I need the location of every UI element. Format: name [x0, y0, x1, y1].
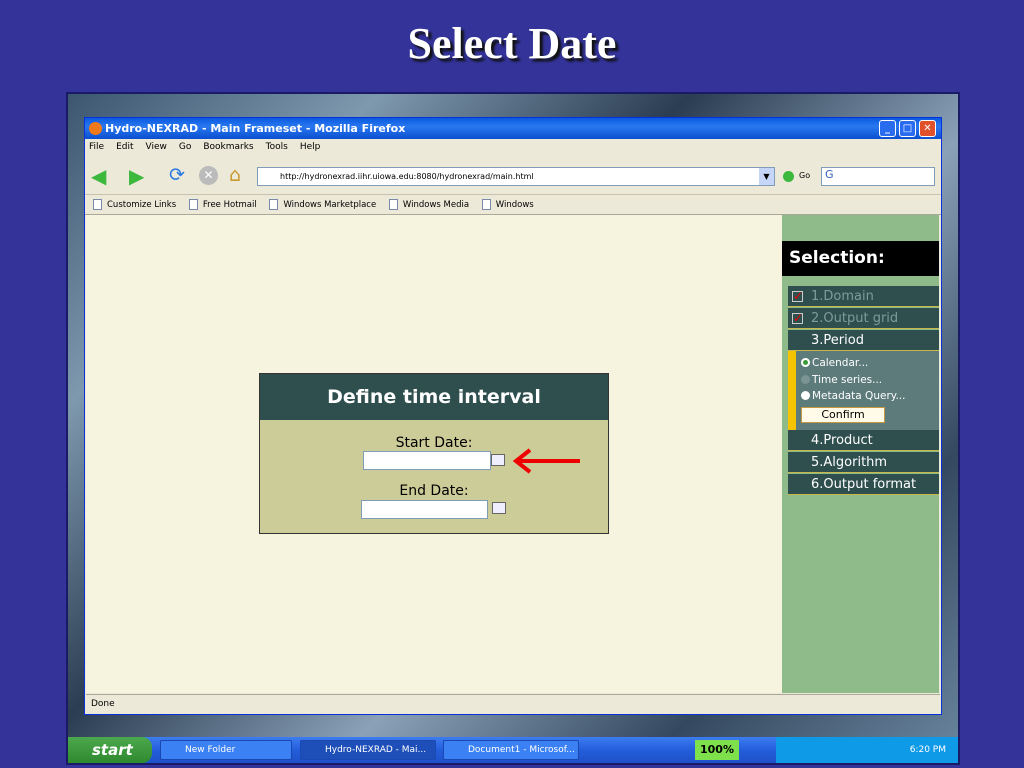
minimize-button[interactable]: _: [879, 120, 896, 137]
close-button[interactable]: ✕: [919, 120, 936, 137]
step-output-grid[interactable]: ✓ 2.Output grid: [788, 308, 939, 329]
menu-view[interactable]: View: [146, 142, 167, 152]
system-tray: 6:20 PM: [776, 737, 958, 763]
end-date-input[interactable]: [361, 500, 488, 519]
option-metadata-query[interactable]: Metadata Query...: [801, 388, 939, 405]
bookmark-windows-media[interactable]: Windows Media: [388, 199, 469, 210]
url-text: http://hydronexrad.iihr.uiowa.edu:8080/h…: [280, 172, 534, 181]
menu-help[interactable]: Help: [300, 142, 321, 152]
calendar-icon[interactable]: [491, 454, 505, 466]
end-date-label: End Date:: [399, 483, 469, 499]
bookmark-windows-marketplace[interactable]: Windows Marketplace: [269, 199, 376, 210]
option-time-series[interactable]: Time series...: [801, 372, 939, 389]
red-arrow-annotation: [512, 448, 580, 474]
step-algorithm[interactable]: 5.Algorithm: [788, 452, 939, 473]
start-button[interactable]: start: [68, 737, 152, 763]
period-options: Calendar... Time series... Metadata Quer…: [788, 351, 939, 430]
selection-header: Selection:: [782, 241, 939, 276]
bookmark-free-hotmail[interactable]: Free Hotmail: [188, 199, 257, 210]
step-period[interactable]: 3.Period: [788, 330, 939, 351]
menu-file[interactable]: File: [89, 142, 104, 152]
url-input[interactable]: http://hydronexrad.iihr.uiowa.edu:8080/h…: [257, 167, 775, 186]
back-icon[interactable]: ◀: [91, 166, 106, 186]
bookmark-customize-links[interactable]: Customize Links: [93, 199, 176, 210]
clock: 6:20 PM: [909, 745, 946, 755]
checked-icon: ✓: [792, 289, 804, 303]
taskbar-document[interactable]: Document1 - Microsof...: [443, 740, 579, 760]
slide-title: Select Date: [407, 19, 617, 68]
calendar-icon[interactable]: [492, 502, 506, 514]
bookmarks-toolbar: Customize Links Free Hotmail Windows Mar…: [85, 194, 941, 215]
option-calendar[interactable]: Calendar...: [801, 355, 939, 372]
menu-tools[interactable]: Tools: [266, 142, 288, 152]
menu-bar: File Edit View Go Bookmarks Tools Help: [89, 142, 332, 152]
dialog-title: Define time interval: [260, 374, 608, 420]
taskbar-firefox[interactable]: Hydro-NEXRAD - Mai...: [300, 740, 436, 760]
go-icon[interactable]: [783, 171, 794, 182]
window-title: Hydro-NEXRAD - Main Frameset - Mozilla F…: [105, 122, 406, 135]
menu-bookmarks[interactable]: Bookmarks: [203, 142, 253, 152]
search-input[interactable]: G: [821, 167, 935, 186]
stop-icon[interactable]: ✕: [199, 166, 218, 185]
zoom-indicator: 100%: [695, 740, 739, 760]
forward-icon[interactable]: ▶: [129, 166, 144, 186]
selection-panel: Selection: ✓ 1.Domain ✓ 2.Output grid 3.Pe…: [782, 215, 939, 693]
status-bar: Done: [86, 694, 940, 713]
menu-edit[interactable]: Edit: [116, 142, 133, 152]
step-domain[interactable]: ✓ 1.Domain: [788, 286, 939, 307]
title-bar: Hydro-NEXRAD - Main Frameset - Mozilla F…: [85, 118, 941, 139]
go-button[interactable]: Go: [799, 171, 810, 180]
taskbar: start New Folder Hydro-NEXRAD - Mai... D…: [68, 737, 958, 763]
step-output-format[interactable]: 6.Output format: [788, 474, 939, 495]
navigation-toolbar: ◀ ▶ ⟳ ✕ ⌂ http://hydronexrad.iihr.uiowa.…: [85, 162, 941, 192]
reload-icon[interactable]: ⟳: [169, 165, 185, 185]
bookmark-windows[interactable]: Windows: [481, 199, 534, 210]
firefox-icon: [89, 122, 102, 135]
home-icon[interactable]: ⌂: [229, 164, 241, 186]
url-dropdown-icon[interactable]: ▼: [759, 168, 774, 185]
start-date-input[interactable]: [363, 451, 491, 470]
step-product[interactable]: 4.Product: [788, 430, 939, 451]
menu-go[interactable]: Go: [179, 142, 191, 152]
checked-icon: ✓: [792, 311, 804, 325]
confirm-button[interactable]: Confirm: [801, 406, 885, 423]
taskbar-new-folder[interactable]: New Folder: [160, 740, 292, 760]
maximize-button[interactable]: □: [899, 120, 916, 137]
